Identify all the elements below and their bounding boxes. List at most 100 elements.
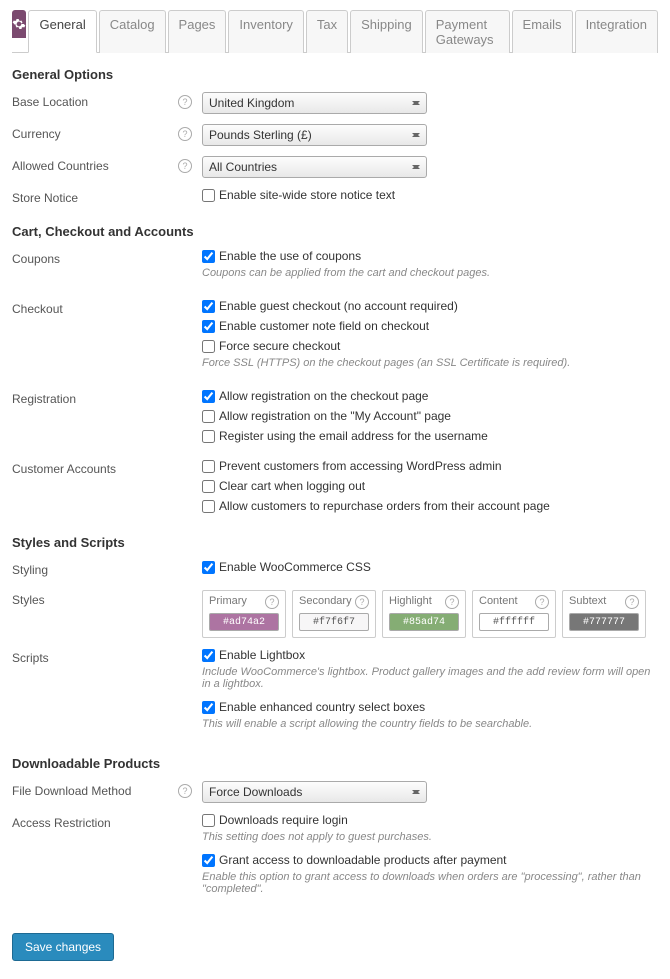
label-allowed-countries: Allowed Countries bbox=[12, 159, 109, 173]
row-access-restriction: Access Restriction Downloads require log… bbox=[12, 813, 658, 905]
tab-tax[interactable]: Tax bbox=[306, 10, 348, 53]
checkbox-coupons[interactable] bbox=[202, 250, 215, 263]
swatch-content: Content? #ffffff bbox=[472, 590, 556, 638]
checkbox-grant-after-payment[interactable] bbox=[202, 854, 215, 867]
checkbox-label: Enable enhanced country select boxes bbox=[219, 700, 425, 714]
checkbox-label: Force secure checkout bbox=[219, 339, 340, 353]
desc-coupons: Coupons can be applied from the cart and… bbox=[202, 267, 658, 279]
swatch-secondary: Secondary?#f7f6f7 bbox=[292, 590, 376, 638]
check-reg-checkout[interactable]: Allow registration on the checkout page bbox=[202, 389, 658, 403]
label-registration: Registration bbox=[12, 392, 76, 406]
help-icon[interactable]: ? bbox=[445, 595, 459, 609]
tab-inventory[interactable]: Inventory bbox=[228, 10, 303, 53]
help-icon[interactable]: ? bbox=[625, 595, 639, 609]
checkbox-label: Allow registration on the checkout page bbox=[219, 389, 428, 403]
help-icon[interactable]: ? bbox=[178, 95, 192, 109]
checkbox-woocommerce-css[interactable] bbox=[202, 561, 215, 574]
swatch-subtext: Subtext? #777777 bbox=[562, 590, 646, 638]
checkbox-reg-checkout[interactable] bbox=[202, 390, 215, 403]
tab-emails[interactable]: Emails bbox=[512, 10, 573, 53]
row-checkout: Checkout Enable guest checkout (no accou… bbox=[12, 299, 658, 379]
swatch-primary: Primary? #ad74a2 bbox=[202, 590, 286, 638]
help-icon[interactable]: ? bbox=[178, 127, 192, 141]
help-icon[interactable]: ? bbox=[535, 595, 549, 609]
color-swatch-subtext[interactable]: #777777 bbox=[569, 613, 639, 631]
check-lightbox[interactable]: Enable Lightbox bbox=[202, 648, 658, 662]
tab-integration[interactable]: Integration bbox=[575, 10, 658, 53]
swatch-name: Primary bbox=[209, 595, 247, 609]
swatch-highlight: Highlight? #85ad74 bbox=[382, 590, 466, 638]
select-currency[interactable]: Pounds Sterling (£) bbox=[202, 124, 427, 146]
checkbox-label: Allow customers to repurchase orders fro… bbox=[219, 499, 550, 513]
check-customer-note[interactable]: Enable customer note field on checkout bbox=[202, 319, 658, 333]
checkbox-label: Enable guest checkout (no account requir… bbox=[219, 299, 458, 313]
check-clear-cart[interactable]: Clear cart when logging out bbox=[202, 479, 658, 493]
gear-tab[interactable] bbox=[12, 10, 26, 38]
tab-pages[interactable]: Pages bbox=[168, 10, 227, 53]
help-icon[interactable]: ? bbox=[178, 159, 192, 173]
select-base-location[interactable]: United Kingdom bbox=[202, 92, 427, 114]
section-heading-styles: Styles and Scripts bbox=[12, 535, 658, 550]
row-scripts: Scripts Enable Lightbox Include WooComme… bbox=[12, 648, 658, 740]
checkbox-reg-account[interactable] bbox=[202, 410, 215, 423]
color-swatch-secondary[interactable]: #f7f6f7 bbox=[299, 613, 369, 631]
checkbox-label: Allow registration on the "My Account" p… bbox=[219, 409, 451, 423]
checkbox-reg-email-username[interactable] bbox=[202, 430, 215, 443]
checkbox-label: Clear cart when logging out bbox=[219, 479, 365, 493]
checkbox-require-login[interactable] bbox=[202, 814, 215, 827]
save-button[interactable]: Save changes bbox=[12, 933, 114, 961]
check-coupons[interactable]: Enable the use of coupons bbox=[202, 249, 658, 263]
checkbox-customer-note[interactable] bbox=[202, 320, 215, 333]
desc-checkout-ssl: Force SSL (HTTPS) on the checkout pages … bbox=[202, 357, 658, 369]
checkbox-label: Grant access to downloadable products af… bbox=[219, 853, 507, 867]
checkbox-label: Downloads require login bbox=[219, 813, 348, 827]
label-access-restriction: Access Restriction bbox=[12, 816, 111, 830]
checkbox-repurchase[interactable] bbox=[202, 500, 215, 513]
row-base-location: Base Location ? United Kingdom bbox=[12, 92, 658, 114]
help-icon[interactable]: ? bbox=[178, 784, 192, 798]
check-reg-email-username[interactable]: Register using the email address for the… bbox=[202, 429, 658, 443]
checkbox-clear-cart[interactable] bbox=[202, 480, 215, 493]
checkbox-prevent-admin[interactable] bbox=[202, 460, 215, 473]
tab-general[interactable]: General bbox=[28, 10, 96, 53]
gear-icon bbox=[12, 17, 26, 31]
check-store-notice[interactable]: Enable site-wide store notice text bbox=[202, 188, 658, 202]
label-styling: Styling bbox=[12, 563, 48, 577]
color-swatch-primary[interactable]: #ad74a2 bbox=[209, 613, 279, 631]
section-heading-downloads: Downloadable Products bbox=[12, 756, 658, 771]
section-heading-cart: Cart, Checkout and Accounts bbox=[12, 224, 658, 239]
check-repurchase[interactable]: Allow customers to repurchase orders fro… bbox=[202, 499, 658, 513]
label-customer-accounts: Customer Accounts bbox=[12, 462, 116, 476]
color-swatch-content[interactable]: #ffffff bbox=[479, 613, 549, 631]
check-prevent-admin[interactable]: Prevent customers from accessing WordPre… bbox=[202, 459, 658, 473]
swatch-name: Highlight bbox=[389, 595, 432, 609]
check-grant-after-payment[interactable]: Grant access to downloadable products af… bbox=[202, 853, 658, 867]
select-allowed-countries[interactable]: All Countries bbox=[202, 156, 427, 178]
label-checkout: Checkout bbox=[12, 302, 63, 316]
checkbox-country-select[interactable] bbox=[202, 701, 215, 714]
checkbox-label: Enable the use of coupons bbox=[219, 249, 361, 263]
checkbox-lightbox[interactable] bbox=[202, 649, 215, 662]
check-require-login[interactable]: Downloads require login bbox=[202, 813, 658, 827]
desc-country-select: This will enable a script allowing the c… bbox=[202, 718, 658, 730]
tab-shipping[interactable]: Shipping bbox=[350, 10, 423, 53]
checkbox-force-secure[interactable] bbox=[202, 340, 215, 353]
help-icon[interactable]: ? bbox=[355, 595, 369, 609]
tab-catalog[interactable]: Catalog bbox=[99, 10, 166, 53]
help-icon[interactable]: ? bbox=[265, 595, 279, 609]
check-reg-account[interactable]: Allow registration on the "My Account" p… bbox=[202, 409, 658, 423]
color-swatch-highlight[interactable]: #85ad74 bbox=[389, 613, 459, 631]
checkbox-label: Prevent customers from accessing WordPre… bbox=[219, 459, 502, 473]
label-scripts: Scripts bbox=[12, 651, 49, 665]
swatch-name: Subtext bbox=[569, 595, 606, 609]
tab-payment-gateways[interactable]: Payment Gateways bbox=[425, 10, 510, 53]
swatch-name: Content bbox=[479, 595, 518, 609]
check-guest-checkout[interactable]: Enable guest checkout (no account requir… bbox=[202, 299, 658, 313]
checkbox-label: Enable customer note field on checkout bbox=[219, 319, 429, 333]
check-country-select[interactable]: Enable enhanced country select boxes bbox=[202, 700, 658, 714]
check-woocommerce-css[interactable]: Enable WooCommerce CSS bbox=[202, 560, 658, 574]
checkbox-store-notice[interactable] bbox=[202, 189, 215, 202]
checkbox-guest-checkout[interactable] bbox=[202, 300, 215, 313]
check-force-secure[interactable]: Force secure checkout bbox=[202, 339, 658, 353]
label-download-method: File Download Method bbox=[12, 784, 131, 798]
